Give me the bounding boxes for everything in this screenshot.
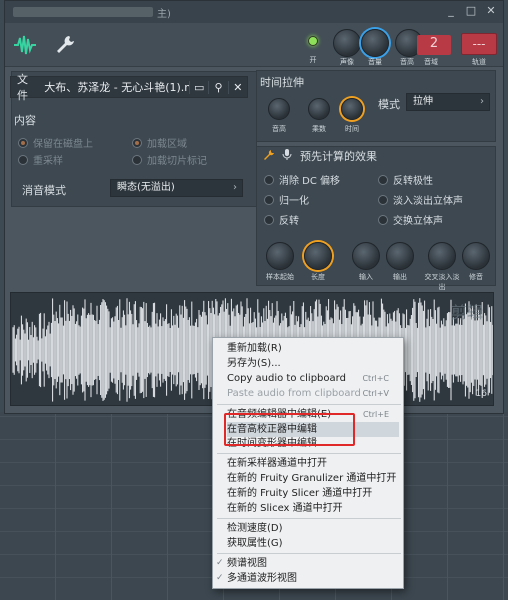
reverse-option[interactable]: 反转	[264, 212, 299, 227]
radio-icon	[378, 214, 388, 225]
menu-item-get-properties[interactable]: 获取属性(G)	[227, 536, 399, 551]
length-knob[interactable]	[304, 242, 332, 270]
menu-separator	[217, 553, 401, 554]
menu-item-open-granulizer[interactable]: 在新的 Fruity Granulizer 通道中打开	[227, 471, 399, 486]
menu-item-copy-audio[interactable]: Copy audio to clipboard Ctrl+C	[227, 371, 399, 386]
time-stretch-title: 时间拉伸	[260, 76, 304, 89]
radio-icon	[18, 137, 28, 148]
file-row: 文件 大布、苏泽龙 - 无心斗艳(1).mp3 ▭ ⚲ ✕	[10, 73, 248, 102]
out-label: 输出	[393, 273, 407, 281]
menu-item-save-as[interactable]: 另存为(S)...	[227, 356, 399, 371]
title-bar[interactable]: 主) _ □ ✕	[5, 1, 503, 23]
wrench-icon[interactable]	[51, 31, 79, 59]
file-label: 文件	[17, 73, 28, 102]
keep-on-disk-option[interactable]: 保留在磁盘上	[18, 135, 93, 150]
file-name[interactable]: 大布、苏泽龙 - 无心斗艳(1).mp3	[44, 79, 189, 95]
stretch-mode-select[interactable]: 拉伸	[406, 93, 490, 111]
blurred-title	[13, 7, 153, 17]
sample-start-label: 样本起始	[266, 273, 294, 281]
menu-item-paste-audio[interactable]: Paste audio from clipboard Ctrl+V	[227, 386, 399, 401]
close-icon[interactable]: ✕	[227, 80, 247, 94]
mic-icon[interactable]	[282, 148, 292, 161]
context-menu: 重新加载(R) 另存为(S)... Copy audio to clipboar…	[212, 337, 404, 589]
watermark-text: 剪辑	[450, 303, 483, 322]
minimize-button[interactable]: _	[445, 5, 457, 17]
normalize-option[interactable]: 归一化	[264, 192, 309, 207]
sample-start-knob[interactable]	[266, 242, 294, 270]
radio-icon	[18, 154, 28, 165]
swap-stereo-option[interactable]: 交换立体声	[378, 212, 443, 227]
out-knob[interactable]	[386, 242, 414, 270]
stretch-multiplier-knob[interactable]	[308, 98, 330, 120]
load-slice-markers-option[interactable]: 加载切片标记	[132, 152, 207, 167]
menu-separator	[217, 404, 401, 405]
maximize-button[interactable]: □	[465, 5, 477, 17]
stretch-pitch-label: 音高	[272, 125, 286, 133]
radio-icon	[264, 194, 274, 205]
menu-item-open-slicer[interactable]: 在新的 Fruity Slicer 通道中打开	[227, 486, 399, 501]
stretch-pitch-knob[interactable]	[268, 98, 290, 120]
declick-mode-select[interactable]: 瞬态(无溢出)	[110, 179, 243, 197]
radio-icon	[378, 174, 388, 185]
window-title-suffix: 主)	[157, 8, 171, 20]
channel-toolbar: 开 声像 音量 音高 2 音域 --- 轨道	[5, 23, 503, 67]
menu-item-open-sampler[interactable]: 在新采样器通道中打开	[227, 456, 399, 471]
radio-icon	[264, 174, 274, 185]
knob-label-range: 音域	[424, 58, 438, 66]
declick-label: 消音模式	[22, 184, 66, 197]
radio-icon	[132, 137, 142, 148]
radio-icon	[378, 194, 388, 205]
precomputed-title: 预先计算的效果	[300, 150, 377, 163]
menu-item-spectrum-view[interactable]: 频谱视图	[216, 556, 399, 571]
crossfade-knob[interactable]	[428, 242, 456, 270]
menu-item-reload[interactable]: 重新加载(R)	[227, 341, 399, 356]
channel-number[interactable]: 2	[417, 35, 451, 55]
fade-stereo-option[interactable]: 淡入淡出立体声	[378, 192, 463, 207]
trim-label: 修音	[469, 273, 483, 281]
length-label: 长度	[311, 273, 325, 281]
track-button[interactable]: ---	[461, 33, 497, 55]
radio-icon	[264, 214, 274, 225]
menu-item-detect-tempo[interactable]: 检测速度(D)	[227, 521, 399, 536]
pin-icon[interactable]: ⚲	[208, 80, 227, 94]
menu-item-multichannel-view[interactable]: 多通道波形视图	[216, 571, 399, 586]
pan-knob[interactable]	[333, 29, 361, 57]
wrench-small-icon[interactable]	[262, 149, 276, 161]
menu-separator	[217, 518, 401, 519]
content-title: 内容	[14, 114, 36, 127]
stretch-time-knob[interactable]	[341, 98, 363, 120]
track-label: 轨道	[472, 58, 486, 66]
close-button[interactable]: ✕	[485, 5, 497, 17]
resample-option[interactable]: 重采样	[18, 152, 63, 167]
reverse-polarity-option[interactable]: 反转极性	[378, 172, 433, 187]
load-regions-option[interactable]: 加载区域	[132, 135, 187, 150]
waveform-counter: 16	[475, 389, 487, 399]
in-knob[interactable]	[352, 242, 380, 270]
remove-dc-option[interactable]: 消除 DC 偏移	[264, 172, 340, 187]
annotation-highlight-box	[224, 413, 355, 446]
enable-led[interactable]	[308, 36, 318, 46]
mode-label: 模式	[378, 98, 400, 111]
menu-item-open-slicex[interactable]: 在新的 Slicex 通道中打开	[227, 501, 399, 516]
radio-icon	[132, 154, 142, 165]
menu-separator	[217, 453, 401, 454]
trim-knob[interactable]	[462, 242, 490, 270]
folder-icon[interactable]: ▭	[189, 80, 208, 94]
stretch-time-label: 时间	[345, 125, 359, 133]
volume-knob[interactable]	[361, 29, 389, 57]
waveform-icon[interactable]	[11, 31, 39, 59]
